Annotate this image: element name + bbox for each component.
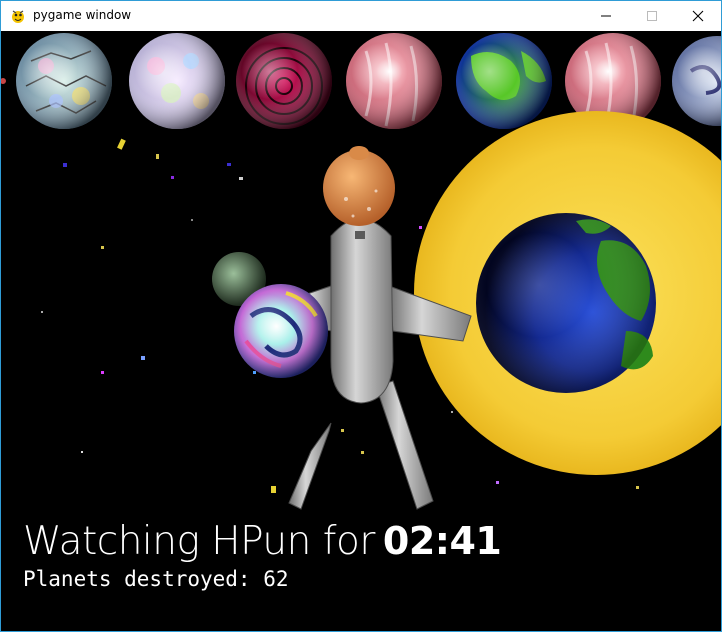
watching-prefix: Watching HPun for bbox=[23, 519, 375, 564]
game-canvas[interactable]: Watching HPun for 02:41 Planets destroyed… bbox=[1, 31, 721, 631]
planet-crackled-teal bbox=[16, 33, 112, 129]
psychedelic-planet bbox=[234, 284, 328, 378]
watching-label: Watching HPun for 02:41 bbox=[23, 519, 502, 564]
pygame-snake-icon bbox=[12, 10, 24, 23]
maximize-button[interactable] bbox=[629, 1, 675, 31]
minimize-icon bbox=[601, 15, 611, 17]
close-button[interactable] bbox=[675, 1, 721, 31]
title-bar[interactable]: pygame window bbox=[1, 1, 721, 31]
planet-magenta-rings bbox=[236, 33, 332, 129]
minimize-button[interactable] bbox=[583, 1, 629, 31]
timer: 02:41 bbox=[382, 519, 502, 563]
planet-green-earth-small bbox=[456, 33, 552, 129]
planet-pastel-voronoi bbox=[129, 33, 225, 129]
pygame-window: pygame window Watching HPun for 02:41 Pl… bbox=[0, 0, 722, 632]
planet-pink-marble bbox=[346, 33, 442, 129]
planet-swirl-partial bbox=[672, 36, 721, 126]
maximize-icon bbox=[647, 11, 657, 21]
planets-destroyed-label: Planets destroyed: 62 bbox=[23, 567, 289, 591]
earth-planet bbox=[476, 213, 656, 393]
window-title: pygame window bbox=[33, 8, 132, 22]
close-icon bbox=[692, 10, 704, 22]
